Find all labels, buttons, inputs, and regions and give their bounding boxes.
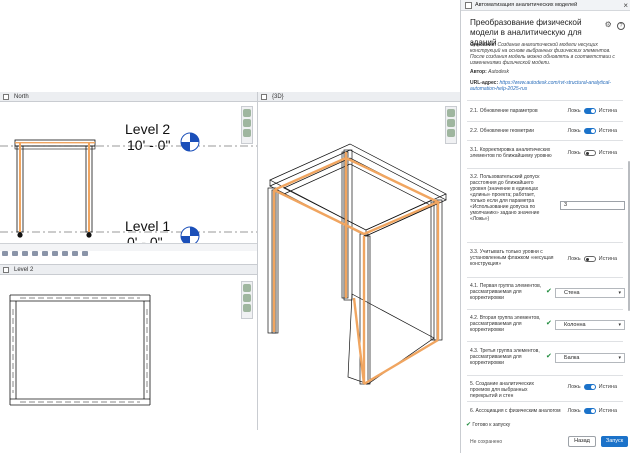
view-tab-3d[interactable]: {3D} [258, 92, 460, 102]
navigation-bar[interactable] [241, 106, 253, 144]
view-tab-label: {3D} [272, 94, 284, 100]
setting-label: 3.3. Учитывать только уровни с установле… [470, 249, 554, 267]
false-label: Ложь [567, 108, 581, 114]
view-tab-north[interactable]: North [0, 92, 257, 102]
level-1-name: Level 1 [125, 218, 171, 234]
setting-row-3-1: 3.1. Корректировка аналитических элемент… [467, 140, 623, 167]
select-value: Колонна [564, 322, 586, 328]
check-icon: ✔ [546, 320, 552, 327]
model-3d-drawing [267, 143, 447, 386]
select-value: Стена [564, 290, 580, 296]
setting-row-3-3: 3.3. Учитывать только уровни с установле… [467, 242, 623, 276]
author-text: Autodesk [488, 69, 510, 75]
setting-row-5: 5. Создание аналитических проемов для вы… [467, 375, 623, 400]
toggle-update-parameters[interactable]: Ложь Истина [567, 107, 617, 115]
true-label: Истина [598, 128, 617, 134]
toggle-update-geometry[interactable]: Ложь Истина [567, 127, 617, 135]
true-label: Истина [598, 256, 617, 262]
true-label: Истина [598, 108, 617, 114]
save-status: Не сохранено [470, 439, 503, 445]
toggle-structural-levels[interactable]: Ложь Истина [567, 255, 617, 263]
panel-footer: ✔ Готово к запуску Не сохранено Назад За… [461, 419, 630, 453]
setting-label: 2.2. Обновление геометрии [470, 128, 534, 134]
app-root: North Level 2 10' - 0" Level 1 0' - 0" L… [0, 0, 630, 453]
toggle-analytical-openings[interactable]: Ложь Истина [567, 383, 617, 391]
setting-row-2-1: 2.1. Обновление параметров Ложь Истина [467, 100, 623, 120]
check-icon: ✔ [546, 288, 552, 295]
setting-label: 2.1. Обновление параметров [470, 108, 538, 114]
select-value: Балка [564, 355, 580, 361]
status-bar: ✔ Готово к запуску [466, 421, 510, 428]
level-marker-icon [180, 132, 200, 152]
panel-url: URL-адрес: https://www.autodesk.com/rvt-… [470, 80, 618, 92]
chevron-down-icon: ▾ [618, 290, 621, 296]
setting-row-4-1: 4.1. Первая группа элементов, рассматрив… [467, 277, 625, 308]
false-label: Ложь [567, 408, 581, 414]
true-label: Истина [598, 150, 617, 156]
tolerance-input[interactable]: 3 [560, 201, 625, 210]
automation-panel: Автоматизация аналитических моделей × Пр… [460, 0, 630, 453]
view-icon [3, 267, 9, 273]
setting-label: 4.3. Третья группа элементов, рассматрив… [470, 348, 540, 366]
toggle-adjust-to-level[interactable]: Ложь Истина [567, 149, 617, 157]
navigation-bar[interactable] [445, 106, 457, 144]
view-control-bar[interactable] [0, 243, 257, 256]
cube-icon [261, 94, 267, 100]
status-text: Готово к запуску [472, 422, 511, 428]
toggle-physical-association[interactable]: Ложь Истина [567, 407, 617, 415]
view-icon [3, 94, 9, 100]
app-logo-icon [465, 2, 472, 9]
panel-header-icons: ⚙ ? [605, 20, 625, 30]
plan-drawing [9, 294, 151, 406]
check-icon: ✔ [546, 353, 552, 360]
setting-label: 3.2. Пользовательский допуск расстояния … [470, 174, 540, 222]
true-label: Истина [598, 384, 617, 390]
author-label: Автор: [470, 69, 487, 75]
panel-window-title: Автоматизация аналитических моделей [475, 2, 578, 8]
setting-label: 4.1. Первая группа элементов, рассматрив… [470, 283, 542, 301]
setting-label: 3.1. Корректировка аналитических элемент… [470, 147, 552, 159]
check-icon: ✔ [466, 422, 472, 428]
view-tab-level2[interactable]: Level 2 [0, 265, 257, 275]
false-label: Ложь [567, 256, 581, 262]
viewport-3d[interactable]: {3D} [258, 92, 460, 430]
false-label: Ложь [567, 128, 581, 134]
run-button[interactable]: Запуск [601, 436, 628, 447]
group2-select[interactable]: Колонна ▾ [555, 320, 625, 330]
setting-row-6: 6. Ассоциация с физическим аналогом Ложь… [467, 401, 623, 419]
back-button[interactable]: Назад [568, 436, 596, 447]
panel-title-bar: Автоматизация аналитических моделей × [461, 0, 630, 11]
setting-row-4-2: 4.2. Вторая группа элементов, рассматрив… [467, 309, 625, 340]
group3-select[interactable]: Балка ▾ [555, 353, 625, 363]
group1-select[interactable]: Стена ▾ [555, 288, 625, 298]
viewport-level2[interactable]: Level 2 [0, 264, 258, 430]
view-tab-label: North [14, 94, 29, 100]
setting-label: 6. Ассоциация с физическим аналогом [470, 408, 561, 414]
panel-scroll-area[interactable]: Преобразование физической модели в анали… [461, 11, 630, 419]
chevron-down-icon: ▾ [618, 322, 621, 328]
gear-icon[interactable]: ⚙ [605, 20, 612, 29]
navigation-bar[interactable] [241, 281, 253, 319]
false-label: Ложь [567, 384, 581, 390]
level-2-name: Level 2 [125, 121, 171, 137]
setting-label: 4.2. Вторая группа элементов, рассматрив… [470, 315, 541, 333]
help-icon[interactable]: ? [617, 22, 625, 30]
level-2-elevation: 10' - 0" [127, 137, 171, 153]
setting-row-3-2: 3.2. Пользовательский допуск расстояния … [467, 168, 625, 241]
true-label: Истина [598, 408, 617, 414]
setting-row-4-3: 4.3. Третья группа элементов, рассматрив… [467, 341, 625, 374]
false-label: Ложь [567, 150, 581, 156]
setting-label: 5. Создание аналитических проемов для вы… [470, 381, 534, 399]
setting-row-2-2: 2.2. Обновление геометрии Ложь Истина [467, 121, 623, 139]
panel-description: Описание: Создание аналитической модели … [470, 42, 618, 66]
panel-author: Автор: Autodesk [470, 69, 618, 75]
chevron-down-icon: ▾ [618, 355, 621, 361]
close-icon[interactable]: × [623, 0, 628, 11]
viewport-north[interactable]: North Level 2 10' - 0" Level 1 0' - 0" [0, 92, 258, 272]
view-tab-label: Level 2 [14, 267, 34, 273]
